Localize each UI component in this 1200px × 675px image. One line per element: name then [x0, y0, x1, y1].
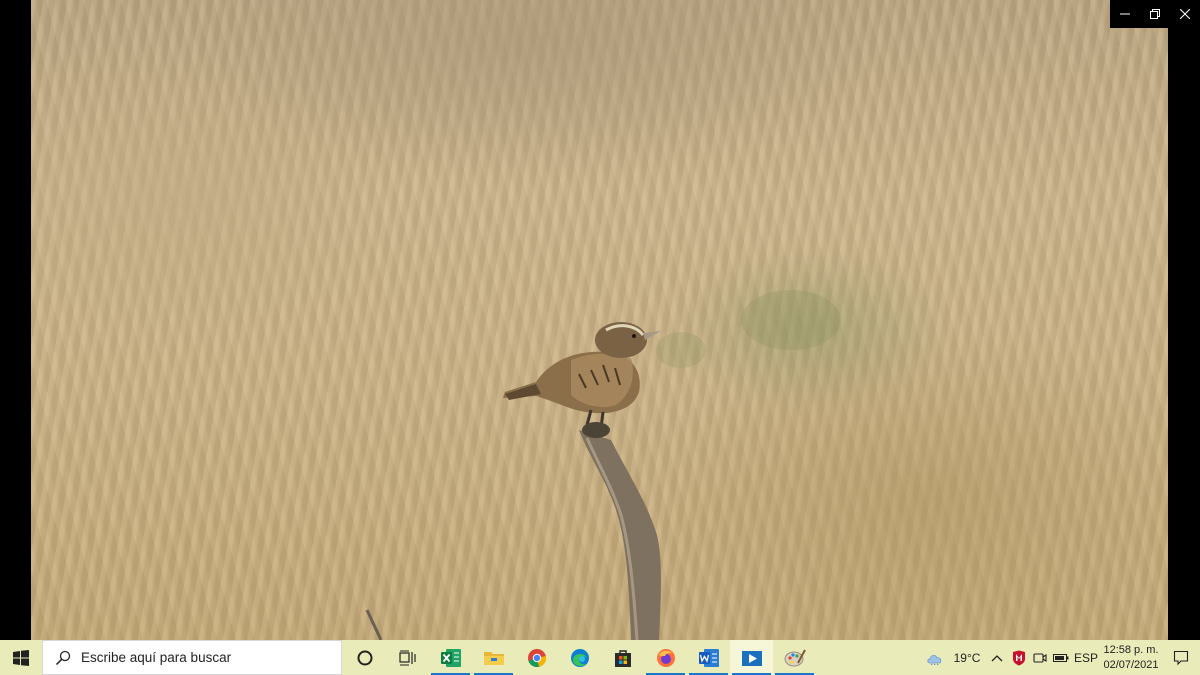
clock-date: 02/07/2021	[1103, 658, 1159, 671]
close-button[interactable]	[1170, 0, 1200, 28]
photo-viewer	[0, 0, 1200, 640]
action-center-button[interactable]	[1162, 640, 1200, 675]
system-tray: 19°C ESP 12:58 p. m. 02/07/2021	[922, 640, 1200, 675]
weather-cloud-icon	[927, 654, 942, 665]
cortana-icon	[357, 650, 372, 665]
foliage-patch	[741, 290, 841, 350]
minimize-button[interactable]	[1110, 0, 1140, 28]
meet-now-button[interactable]	[1030, 640, 1050, 675]
store-button[interactable]	[601, 640, 644, 675]
show-hidden-icons-button[interactable]	[986, 640, 1008, 675]
weather-temperature: 19°C	[953, 650, 981, 665]
branch	[579, 430, 661, 640]
task-view-icon	[398, 650, 416, 665]
edge-icon	[570, 648, 589, 667]
search-placeholder: Escribe aquí para buscar	[81, 650, 232, 665]
word-button[interactable]	[687, 640, 730, 675]
minimize-icon	[1120, 13, 1130, 15]
excel-icon	[440, 648, 461, 667]
battery-button[interactable]	[1050, 640, 1072, 675]
paint-button[interactable]	[773, 640, 816, 675]
photos-icon	[741, 650, 762, 666]
mcafee-shield-icon	[1013, 650, 1025, 665]
foliage-patch	[656, 332, 706, 368]
excel-button[interactable]	[429, 640, 472, 675]
search-icon	[55, 650, 71, 665]
twig	[365, 609, 383, 640]
bird-eye	[632, 334, 636, 338]
perch-grip	[582, 422, 610, 438]
bird-beak	[643, 331, 661, 340]
clock-time: 12:58 p. m.	[1103, 643, 1159, 656]
search-box[interactable]: Escribe aquí para buscar	[42, 640, 342, 675]
weather-button[interactable]	[922, 640, 948, 675]
firefox-icon	[656, 648, 675, 667]
cortana-button[interactable]	[343, 640, 386, 675]
edge-button[interactable]	[558, 640, 601, 675]
taskbar: Escribe aquí para buscar 19°C ESP 12:58 …	[0, 640, 1200, 675]
store-icon	[614, 649, 631, 667]
chrome-button[interactable]	[515, 640, 558, 675]
task-view-button[interactable]	[386, 640, 429, 675]
paint-icon	[784, 649, 806, 666]
word-icon	[698, 648, 719, 667]
restore-icon	[1150, 9, 1160, 19]
photos-button[interactable]	[730, 640, 773, 675]
battery-icon	[1053, 653, 1069, 662]
language-indicator[interactable]: ESP	[1072, 640, 1100, 675]
bird-photo	[31, 0, 1168, 640]
bird-head	[595, 322, 647, 358]
window-controls	[1110, 0, 1200, 28]
restore-button[interactable]	[1140, 0, 1170, 28]
bird-scene	[365, 290, 841, 640]
notification-icon	[1173, 650, 1189, 665]
file-explorer-icon	[483, 651, 504, 665]
file-explorer-button[interactable]	[472, 640, 515, 675]
mcafee-tray-button[interactable]	[1008, 640, 1030, 675]
chrome-icon	[527, 648, 546, 667]
meet-now-icon	[1033, 652, 1047, 663]
chevron-up-icon	[991, 654, 1003, 661]
clock[interactable]: 12:58 p. m. 02/07/2021	[1100, 640, 1162, 675]
close-icon	[1180, 9, 1190, 19]
windows-logo-icon	[13, 649, 29, 666]
firefox-button[interactable]	[644, 640, 687, 675]
start-button[interactable]	[0, 640, 42, 675]
